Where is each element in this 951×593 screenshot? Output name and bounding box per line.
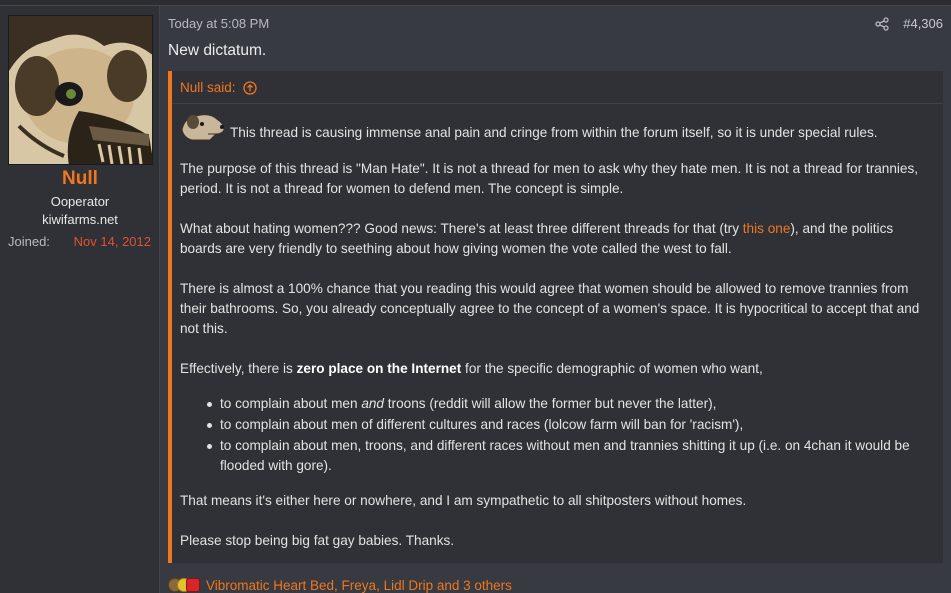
message-header: Today at 5:08 PM #4,306 — [168, 16, 943, 34]
quote-paragraph-2: The purpose of this thread is "Man Hate"… — [180, 161, 919, 196]
username[interactable]: Null — [0, 168, 160, 190]
joined-label: Joined: — [8, 234, 50, 249]
go-to-quote-icon[interactable] — [243, 81, 257, 98]
quote-paragraph-3: What about hating women??? Good news: Th… — [180, 219, 935, 259]
quote-author[interactable]: Null said: — [180, 80, 236, 95]
quote-paragraph-4: There is almost a 100% chance that you r… — [180, 281, 920, 336]
quote-header[interactable]: Null said: — [172, 71, 943, 104]
list-item: to complain about men of different cultu… — [207, 415, 935, 435]
reaction-icons — [168, 578, 200, 592]
list-item-1-text-end: troons (reddit will allow the former but… — [384, 396, 717, 411]
joined-date: Nov 14, 2012 — [73, 234, 151, 249]
quote-paragraph-5-text-end: for the specific demographic of women wh… — [461, 361, 763, 376]
reactions-list-link[interactable]: Vibromatic Heart Bed, Freya, Lidl Drip a… — [206, 578, 512, 593]
heart-reaction-icon — [186, 578, 200, 592]
list-item-1-emphasis: and — [361, 396, 384, 411]
list-item: to complain about men, troons, and diffe… — [207, 436, 935, 476]
quote-block: Null said: This thread is causing immens… — [168, 71, 943, 563]
user-sidebar: Null Ooperator kiwifarms.net Joined: Nov… — [0, 6, 160, 593]
post-number[interactable]: #4,306 — [903, 16, 943, 31]
user-banner: kiwifarms.net — [42, 212, 118, 227]
quote-paragraph-5: Effectively, there is zero place on the … — [180, 359, 935, 379]
quote-content: This thread is causing immense anal pain… — [180, 110, 935, 571]
quote-list: to complain about men and troons (reddit… — [180, 394, 935, 476]
avatar[interactable] — [8, 15, 153, 165]
quote-paragraph-5-bold: zero place on the Internet — [296, 361, 462, 376]
list-item: to complain about men and troons (reddit… — [207, 394, 935, 414]
reactions-bar[interactable]: Vibromatic Heart Bed, Freya, Lidl Drip a… — [168, 576, 512, 593]
avatar-image — [9, 16, 152, 164]
list-item-1-text: to complain about men — [220, 396, 362, 411]
post-text: New dictatum. — [168, 42, 267, 59]
quote-paragraph-3-text: What about hating women??? Good news: Th… — [180, 221, 743, 236]
quote-paragraph-1: This thread is causing immense anal pain… — [230, 125, 878, 140]
post-timestamp[interactable]: Today at 5:08 PM — [168, 16, 269, 31]
dog-emoji-icon — [181, 114, 225, 141]
this-one-link[interactable]: this one — [743, 221, 791, 236]
share-icon[interactable] — [875, 17, 889, 31]
user-title: Ooperator — [50, 194, 110, 209]
quote-paragraph-6: That means it's either here or nowhere, … — [180, 493, 747, 508]
quote-paragraph-7: Please stop being big fat gay babies. Th… — [180, 533, 455, 548]
quote-paragraph-5-text: Effectively, there is — [180, 361, 297, 376]
